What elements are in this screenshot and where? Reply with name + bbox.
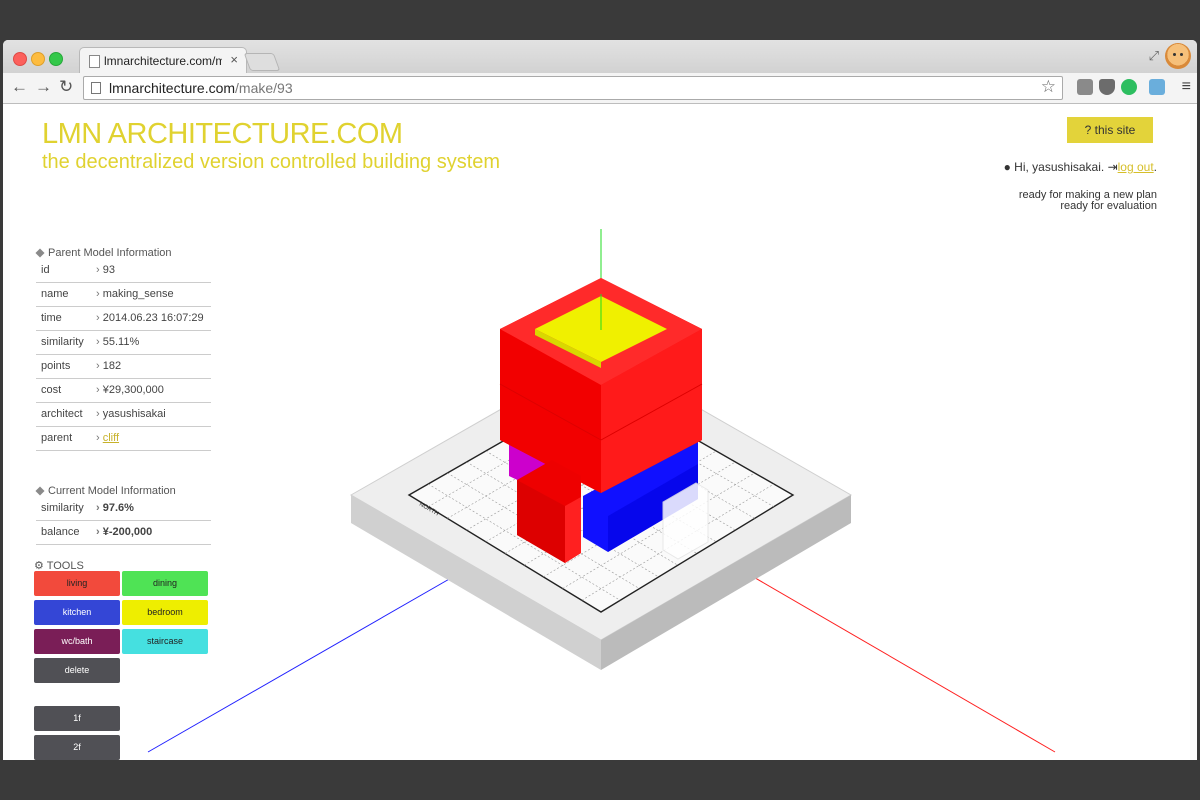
tab-title: lmnarchitecture.com/make/93 — [104, 54, 222, 68]
browser-tab[interactable]: lmnarchitecture.com/make/93 × — [79, 47, 247, 74]
menu-icon[interactable]: ≡ — [1182, 78, 1191, 96]
reload-button[interactable]: ↻ — [59, 77, 73, 97]
zoom-window-button[interactable] — [49, 52, 63, 66]
current-model-heading: Current Model Information — [35, 485, 176, 497]
logout-link[interactable]: log out — [1118, 160, 1154, 174]
evernote-extension-icon[interactable] — [1121, 79, 1137, 95]
tool-staircase-button[interactable]: staircase — [122, 629, 208, 654]
z-axis-line — [147, 569, 466, 753]
info-row-balance: balance ¥-200,000 — [36, 521, 211, 545]
parent-model-table: id 93 name making_sensetime 2014.06.23 16:07… — [36, 259, 211, 451]
info-key: architect — [41, 408, 83, 420]
info-row-name: name making_sense — [36, 283, 211, 307]
tool-kitchen-button[interactable]: kitchen — [34, 600, 120, 625]
browser-window: lmnarchitecture.com/make/93 × ⤢ ← → ↻ lm… — [3, 40, 1197, 760]
tab-close-icon[interactable]: × — [230, 52, 238, 67]
address-bar[interactable]: lmnarchitecture.com/make/93 ☆ — [83, 76, 1063, 100]
logout-suffix: . — [1153, 160, 1157, 174]
current-model-table: similarity 97.6% balance ¥-200,000 — [36, 497, 211, 545]
tab-strip: lmnarchitecture.com/make/93 × ⤢ — [3, 40, 1197, 74]
info-row-similarity: similarity 97.6% — [36, 497, 211, 521]
tool-dining-button[interactable]: dining — [122, 571, 208, 596]
minimize-window-button[interactable] — [31, 52, 45, 66]
info-value: ¥29,300,000 — [96, 384, 164, 396]
page-icon — [89, 55, 100, 68]
info-value: 182 — [96, 360, 121, 372]
site-title: LMN ARCHITECTURE.COM — [42, 118, 403, 150]
tool-wc-bath-button[interactable]: wc/bath — [34, 629, 120, 654]
info-value: making_sense — [96, 288, 174, 300]
mail-extension-icon[interactable] — [1077, 79, 1093, 95]
floor-2f-button[interactable]: 2f — [34, 735, 120, 760]
info-row-architect: architect yasushisakai — [36, 403, 211, 427]
info-row-id: id 93 — [36, 259, 211, 283]
info-value: ¥-200,000 — [96, 526, 153, 538]
tool-delete-button[interactable]: delete — [34, 658, 120, 683]
info-value: 55.11% — [96, 336, 140, 348]
url-text: lmnarchitecture.com/make/93 — [109, 80, 293, 96]
user-greeting: ● Hi, yasushisakai. ⇥log out. — [1004, 160, 1157, 174]
camera-extension-icon[interactable] — [1149, 79, 1165, 95]
cube-icon — [35, 248, 45, 258]
url-host: lmnarchitecture.com — [109, 80, 236, 96]
info-key: id — [41, 264, 50, 276]
info-key: similarity — [41, 336, 84, 348]
info-key: points — [41, 360, 71, 372]
greeting-text: Hi, yasushisakai. — [1014, 160, 1105, 174]
url-path: /make/93 — [235, 80, 293, 96]
info-row-parent: parent cliff — [36, 427, 211, 451]
info-value: 97.6% — [96, 502, 134, 514]
back-button[interactable]: ← — [11, 77, 28, 97]
this-site-button[interactable]: ? this site — [1067, 117, 1153, 143]
info-key: time — [41, 312, 62, 324]
info-key: parent — [41, 432, 73, 444]
logout-icon: ⇥ — [1107, 160, 1118, 174]
profile-avatar[interactable] — [1165, 43, 1191, 69]
info-row-points: points 182 — [36, 355, 211, 379]
browser-toolbar: ← → ↻ lmnarchitecture.com/make/93 ☆ ≡ — [3, 73, 1197, 104]
new-tab-button[interactable] — [243, 53, 281, 71]
info-key: cost — [41, 384, 62, 396]
fullscreen-icon[interactable]: ⤢ — [1149, 48, 1159, 64]
close-window-button[interactable] — [13, 52, 27, 66]
info-key: balance — [41, 526, 80, 538]
info-value: cliff — [96, 432, 119, 444]
info-row-similarity: similarity 55.11% — [36, 331, 211, 355]
parent-model-heading-text: Parent Model Information — [48, 247, 172, 259]
tool-bedroom-button[interactable]: bedroom — [122, 600, 208, 625]
status-message: ready for evaluation — [1060, 200, 1157, 212]
bookmark-star-icon[interactable]: ☆ — [1041, 77, 1056, 97]
floor-1f-button[interactable]: 1f — [34, 706, 120, 731]
cube-icon — [35, 486, 45, 496]
forward-button[interactable]: → — [35, 77, 52, 97]
info-key: similarity — [41, 502, 84, 514]
info-row-time: time 2014.06.23 16:07:29 — [36, 307, 211, 331]
current-model-heading-text: Current Model Information — [48, 485, 176, 497]
user-icon: ● — [1003, 160, 1011, 174]
x-axis-line — [737, 567, 1056, 753]
info-value: 93 — [96, 264, 115, 276]
info-key: name — [41, 288, 69, 300]
parent-model-heading: Parent Model Information — [35, 247, 172, 259]
tool-living-button[interactable]: living — [34, 571, 120, 596]
page-icon — [91, 82, 101, 94]
info-value: yasushisakai — [96, 408, 166, 420]
page-content: NORTH LMN ARCHITECTURE.COM the decentral… — [3, 104, 1197, 760]
pocket-extension-icon[interactable] — [1099, 79, 1115, 95]
parent-link[interactable]: cliff — [103, 432, 119, 444]
site-subtitle: the decentralized version controlled bui… — [42, 151, 501, 173]
info-value: 2014.06.23 16:07:29 — [96, 312, 204, 324]
info-row-cost: cost ¥29,300,000 — [36, 379, 211, 403]
